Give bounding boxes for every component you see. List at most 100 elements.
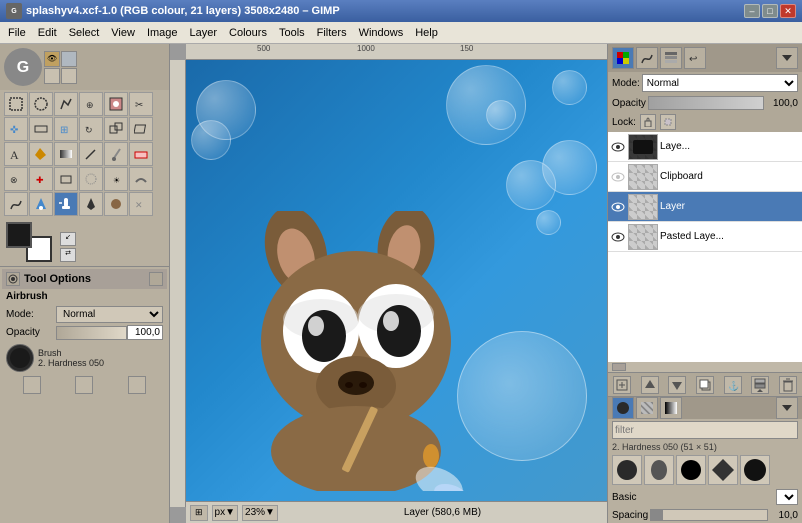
menu-windows[interactable]: Windows [353, 25, 410, 41]
gimp-image-canvas[interactable] [186, 60, 607, 501]
layer-visibility-pasted[interactable] [610, 229, 626, 245]
lower-layer-button[interactable] [668, 376, 686, 394]
tool-rect-select[interactable] [4, 92, 28, 116]
toolbox-action-1[interactable] [23, 376, 41, 394]
layers-colors-icon[interactable] [612, 47, 634, 69]
tool-move[interactable]: ✜ [4, 117, 28, 141]
lock-pixels-button[interactable] [640, 114, 656, 130]
foreground-color[interactable] [6, 222, 32, 248]
tool-smudge[interactable] [129, 167, 153, 191]
swap-colors-button[interactable]: ⇄ [60, 248, 76, 262]
tool-measure[interactable]: ✕ [129, 192, 153, 216]
layers-icon[interactable] [660, 47, 682, 69]
brush-item-3[interactable] [676, 455, 706, 485]
layer-item[interactable]: Clipboard [608, 162, 802, 192]
tool-clone[interactable]: ⊗ [4, 167, 28, 191]
brushes-tab[interactable] [612, 397, 634, 419]
maximize-button[interactable]: □ [762, 4, 778, 18]
anchor-layer-button[interactable]: ⚓ [724, 376, 742, 394]
brushes-menu-button[interactable] [776, 397, 798, 419]
tool-pencil[interactable] [79, 142, 103, 166]
menu-filters[interactable]: Filters [311, 25, 353, 41]
tool-shear[interactable] [129, 117, 153, 141]
tool-bucket[interactable] [29, 142, 53, 166]
toolbox-action-2[interactable] [75, 376, 93, 394]
layers-scrollbar[interactable] [608, 362, 802, 372]
menu-edit[interactable]: Edit [32, 25, 63, 41]
zoom-selector[interactable]: 23% ▼ [242, 505, 278, 521]
default-colors-button[interactable]: ↙ [60, 232, 76, 246]
menu-view[interactable]: View [105, 25, 141, 41]
tool-scale[interactable] [104, 117, 128, 141]
menu-select[interactable]: Select [63, 25, 106, 41]
brushes-filter-input[interactable] [612, 421, 798, 439]
spacing-slider[interactable] [650, 509, 768, 521]
tool-options-menu-button[interactable] [149, 272, 163, 286]
layer-visibility-clipboard[interactable] [610, 169, 626, 185]
opacity-slider-tool[interactable] [56, 326, 127, 340]
canvas-wrapper[interactable] [186, 60, 607, 501]
panel-menu-button[interactable] [776, 47, 798, 69]
opacity-value-tool[interactable]: 100,0 [127, 325, 163, 340]
close-button[interactable]: ✕ [780, 4, 796, 18]
menu-file[interactable]: File [2, 25, 32, 41]
layers-opacity-slider[interactable] [648, 96, 764, 110]
layers-scroll-thumb[interactable] [612, 363, 626, 371]
delete-layer-button[interactable] [779, 376, 797, 394]
tool-fuzzy-select[interactable]: ⊕ [79, 92, 103, 116]
menu-layer[interactable]: Layer [184, 25, 224, 41]
tool-blur[interactable] [79, 167, 103, 191]
gradients-tab[interactable] [660, 397, 682, 419]
layer-item[interactable]: Laye... [608, 132, 802, 162]
tool-paintbrush[interactable] [104, 142, 128, 166]
tool-icon-4[interactable] [61, 68, 77, 84]
tool-paths[interactable] [4, 192, 28, 216]
layer-item[interactable]: Pasted Laye... [608, 222, 802, 252]
patterns-tab[interactable] [636, 397, 658, 419]
tool-icon-2[interactable] [61, 51, 77, 67]
menu-help[interactable]: Help [409, 25, 444, 41]
tool-airbrush[interactable] [54, 192, 78, 216]
tool-colorpicker[interactable] [29, 192, 53, 216]
tool-mypaint[interactable] [104, 192, 128, 216]
mode-select-tool[interactable]: Normal [56, 306, 163, 323]
tool-ink[interactable] [79, 192, 103, 216]
minimize-button[interactable]: – [744, 4, 760, 18]
raise-layer-button[interactable] [641, 376, 659, 394]
brush-item-5[interactable] [740, 455, 770, 485]
brush-item-4[interactable] [708, 455, 738, 485]
zoom-fit-button[interactable]: ⊞ [190, 505, 208, 521]
layers-list[interactable]: Laye... Clipboard Layer [608, 132, 802, 362]
brush-item-2[interactable] [644, 455, 674, 485]
layer-item-active[interactable]: Layer [608, 192, 802, 222]
tool-free-select[interactable] [54, 92, 78, 116]
tool-icon-3[interactable] [44, 68, 60, 84]
lock-alpha-button[interactable] [660, 114, 676, 130]
layers-mode-select[interactable]: Normal [642, 74, 798, 92]
layer-visibility-1[interactable] [610, 139, 626, 155]
new-layer-button[interactable] [613, 376, 631, 394]
tool-icon-eye[interactable]: 👁 [44, 51, 60, 67]
menu-image[interactable]: Image [141, 25, 184, 41]
layers-undo-icon[interactable]: ↩ [684, 47, 706, 69]
menu-colours[interactable]: Colours [223, 25, 273, 41]
duplicate-layer-button[interactable] [696, 376, 714, 394]
tool-rotate[interactable]: ↻ [79, 117, 103, 141]
tool-ellipse-select[interactable] [29, 92, 53, 116]
tool-eraser[interactable] [129, 142, 153, 166]
tool-options-icon[interactable] [6, 272, 20, 286]
brushes-basic-select[interactable] [776, 489, 798, 505]
tool-perspective-clone[interactable] [54, 167, 78, 191]
layer-visibility-active[interactable] [610, 199, 626, 215]
menu-tools[interactable]: Tools [273, 25, 311, 41]
tool-align[interactable] [29, 117, 53, 141]
tool-heal[interactable]: ✚ [29, 167, 53, 191]
unit-selector[interactable]: px ▼ [212, 505, 238, 521]
layers-paths-icon[interactable] [636, 47, 658, 69]
tool-text[interactable]: A [4, 142, 28, 166]
brush-item-1[interactable] [612, 455, 642, 485]
merge-layers-button[interactable] [751, 376, 769, 394]
tool-dodge[interactable]: ☀ [104, 167, 128, 191]
tool-scissors[interactable]: ✂ [129, 92, 153, 116]
tool-gradient[interactable] [54, 142, 78, 166]
